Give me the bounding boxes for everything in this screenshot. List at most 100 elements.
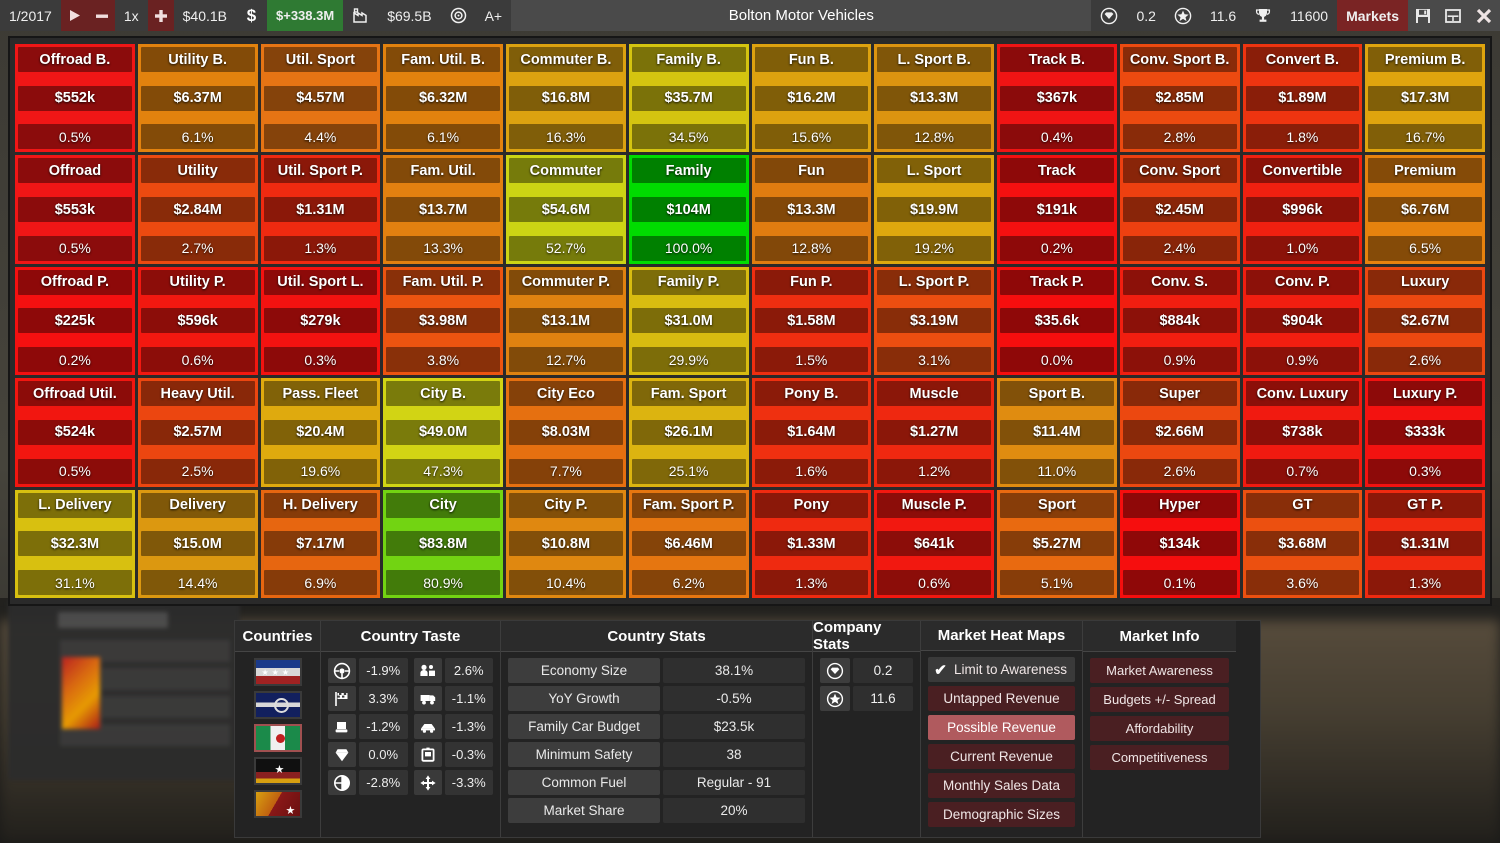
market-cell-name: Utility P.: [140, 269, 255, 295]
market-cell-value: $13.3M: [877, 85, 991, 111]
market-cell[interactable]: Commuter P. $13.1M 12.7%: [506, 266, 626, 376]
market-cell[interactable]: Conv. S. $884k 0.9%: [1119, 266, 1240, 376]
market-cell[interactable]: GT P. $1.31M 1.3%: [1365, 489, 1485, 598]
minus-icon[interactable]: [88, 0, 115, 31]
market-cell[interactable]: Premium $6.76M 6.5%: [1365, 155, 1485, 264]
market-cell[interactable]: Heavy Util. $2.57M 2.5%: [137, 378, 258, 487]
market-cell[interactable]: Family P. $31.0M 29.9%: [628, 266, 749, 376]
market-cell[interactable]: Conv. Sport B. $2.85M 2.8%: [1119, 44, 1240, 153]
market-cell[interactable]: Track P. $35.6k 0.0%: [997, 266, 1117, 376]
market-cell-percent: 1.0%: [1245, 235, 1360, 261]
market-cell[interactable]: Premium B. $17.3M 16.7%: [1365, 44, 1485, 153]
market-cell[interactable]: Hyper $134k 0.1%: [1119, 489, 1240, 598]
gem-icon: [820, 658, 850, 683]
country-flag[interactable]: [253, 691, 302, 719]
dollar-icon[interactable]: $: [236, 0, 267, 31]
market-cell[interactable]: Convertible $996k 1.0%: [1242, 155, 1363, 264]
market-cell[interactable]: Utility $2.84M 2.7%: [137, 155, 258, 264]
factory-icon[interactable]: [343, 0, 379, 31]
seat-icon: [328, 714, 356, 739]
market-cell[interactable]: Utility P. $596k 0.6%: [137, 266, 258, 376]
market-cell[interactable]: L. Sport B. $13.3M 12.8%: [874, 44, 994, 153]
market-cell[interactable]: Offroad P. $225k 0.2%: [15, 266, 135, 376]
market-cell[interactable]: Muscle P. $641k 0.6%: [874, 489, 994, 598]
market-cell[interactable]: Offroad B. $552k 0.5%: [15, 44, 135, 153]
market-cell[interactable]: Sport B. $11.4M 11.0%: [997, 378, 1117, 487]
markets-button[interactable]: Markets: [1337, 0, 1408, 31]
market-cell[interactable]: Super $2.66M 2.6%: [1119, 378, 1240, 487]
market-cell[interactable]: Track B. $367k 0.4%: [997, 44, 1117, 153]
window-icon[interactable]: [1438, 0, 1468, 31]
market-cell[interactable]: L. Sport P. $3.19M 3.1%: [874, 266, 994, 376]
market-cell[interactable]: Util. Sport L. $279k 0.3%: [260, 266, 381, 376]
market-cell[interactable]: Util. Sport P. $1.31M 1.3%: [260, 155, 381, 264]
market-cell[interactable]: Luxury $2.67M 2.6%: [1365, 266, 1485, 376]
heat-map-button[interactable]: Possible Revenue: [928, 715, 1075, 740]
market-cell[interactable]: Delivery $15.0M 14.4%: [137, 489, 258, 598]
market-cell[interactable]: Fun B. $16.2M 15.6%: [751, 44, 872, 153]
market-cell[interactable]: Family B. $35.7M 34.5%: [628, 44, 749, 153]
market-cell-value: $49.0M: [386, 419, 500, 445]
market-cell[interactable]: Pony B. $1.64M 1.6%: [751, 378, 872, 487]
market-cell[interactable]: H. Delivery $7.17M 6.9%: [260, 489, 381, 598]
market-cell[interactable]: Fam. Util. B. $6.32M 6.1%: [383, 44, 503, 153]
market-cell[interactable]: Fam. Sport P. $6.46M 6.2%: [628, 489, 749, 598]
country-flag[interactable]: [253, 724, 302, 752]
close-icon[interactable]: [1468, 0, 1500, 31]
country-stat-value: 38.1%: [663, 658, 805, 683]
trophy-icon[interactable]: [1245, 0, 1282, 31]
market-info-button[interactable]: Market Awareness: [1090, 658, 1229, 683]
market-cell[interactable]: City B. $49.0M 47.3%: [383, 378, 503, 487]
market-cell[interactable]: L. Delivery $32.3M 31.1%: [15, 489, 135, 598]
market-cell[interactable]: Track $191k 0.2%: [997, 155, 1117, 264]
market-cell[interactable]: City $83.8M 80.9%: [383, 489, 503, 598]
market-cell[interactable]: GT $3.68M 3.6%: [1242, 489, 1363, 598]
market-cell[interactable]: Muscle $1.27M 1.2%: [874, 378, 994, 487]
market-cell[interactable]: Commuter $54.6M 52.7%: [506, 155, 626, 264]
market-cell[interactable]: Fam. Util. $13.7M 13.3%: [383, 155, 503, 264]
market-cell[interactable]: Convert B. $1.89M 1.8%: [1242, 44, 1363, 153]
market-cell[interactable]: Fun $13.3M 12.8%: [751, 155, 872, 264]
gem-icon[interactable]: [1091, 0, 1128, 31]
market-cell[interactable]: Pass. Fleet $20.4M 19.6%: [260, 378, 381, 487]
market-info-button[interactable]: Budgets +/- Spread: [1090, 687, 1229, 712]
country-stat-label: YoY Growth: [508, 686, 660, 711]
market-cell[interactable]: City Eco $8.03M 7.7%: [506, 378, 626, 487]
market-cell[interactable]: Offroad $553k 0.5%: [15, 155, 135, 264]
heat-map-button[interactable]: Untapped Revenue: [928, 686, 1075, 711]
market-cell[interactable]: Conv. P. $904k 0.9%: [1242, 266, 1363, 376]
market-cell-name: Offroad P.: [18, 269, 132, 295]
market-cell[interactable]: Pony $1.33M 1.3%: [751, 489, 872, 598]
market-cell[interactable]: Conv. Luxury $738k 0.7%: [1242, 378, 1363, 487]
market-cell[interactable]: Sport $5.27M 5.1%: [997, 489, 1117, 598]
country-flag[interactable]: ★: [253, 790, 302, 818]
save-icon[interactable]: [1408, 0, 1438, 31]
market-cell[interactable]: Offroad Util. $524k 0.5%: [15, 378, 135, 487]
market-cell[interactable]: Fam. Util. P. $3.98M 3.8%: [383, 266, 503, 376]
market-cell[interactable]: Commuter B. $16.8M 16.3%: [506, 44, 626, 153]
country-flag[interactable]: ★★★: [253, 658, 302, 686]
limit-to-awareness-checkbox[interactable]: ✔ Limit to Awareness: [928, 657, 1075, 682]
market-info-button[interactable]: Affordability: [1090, 716, 1229, 741]
market-cell[interactable]: Luxury P. $333k 0.3%: [1365, 378, 1485, 487]
market-cell[interactable]: L. Sport $19.9M 19.2%: [874, 155, 994, 264]
heat-map-button[interactable]: Demographic Sizes: [928, 802, 1075, 827]
country-flag[interactable]: ★: [253, 757, 302, 785]
play-icon[interactable]: [60, 0, 89, 31]
market-info-button[interactable]: Competitiveness: [1090, 745, 1229, 770]
market-cell[interactable]: Fam. Sport $26.1M 25.1%: [628, 378, 749, 487]
market-cell[interactable]: Family $104M 100.0%: [628, 155, 749, 264]
taste-row: -1.2%: [328, 714, 408, 739]
market-cell[interactable]: Conv. Sport $2.45M 2.4%: [1119, 155, 1240, 264]
market-cell[interactable]: Utility B. $6.37M 6.1%: [137, 44, 258, 153]
star-icon[interactable]: [1164, 0, 1201, 31]
market-cell[interactable]: Util. Sport $4.57M 4.4%: [260, 44, 381, 153]
target-icon[interactable]: [440, 0, 476, 31]
heat-map-button[interactable]: Monthly Sales Data: [928, 773, 1075, 798]
country-stat-label: Economy Size: [508, 658, 660, 683]
heat-map-button[interactable]: Current Revenue: [928, 744, 1075, 769]
market-cell[interactable]: Fun P. $1.58M 1.5%: [751, 266, 872, 376]
market-cell[interactable]: City P. $10.8M 10.4%: [506, 489, 626, 598]
country-stat-label: Market Share: [508, 798, 660, 823]
plus-icon[interactable]: [147, 0, 174, 31]
